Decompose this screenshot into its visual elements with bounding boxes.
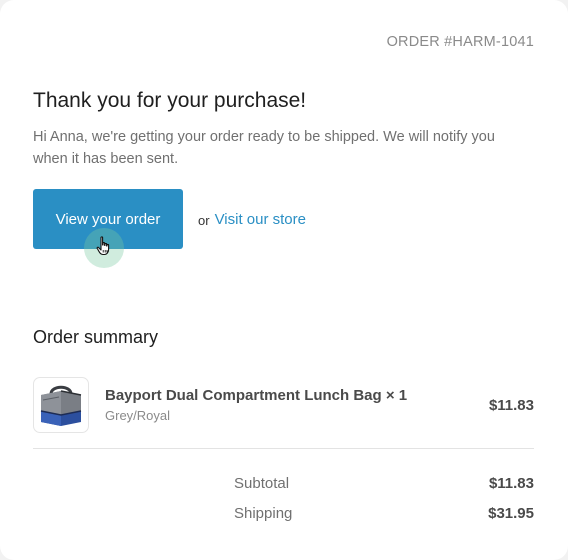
- product-thumbnail: [33, 377, 89, 433]
- shipping-row: Shipping $31.95: [234, 505, 534, 525]
- cta-row: View your order or Visit our store: [33, 189, 306, 249]
- visit-store-link[interactable]: Visit our store: [215, 211, 306, 228]
- shipping-label: Shipping: [234, 505, 293, 522]
- order-number: ORDER #HARM-1041: [386, 34, 534, 50]
- subtotal-value: $11.83: [488, 475, 534, 492]
- subtotal-row: Subtotal $11.83: [234, 475, 534, 495]
- intro-text: Hi Anna, we're getting your order ready …: [33, 129, 495, 167]
- lunch-bag-image: [40, 385, 82, 426]
- summary-divider: [33, 448, 534, 449]
- item-price: $11.83: [488, 397, 534, 414]
- order-line-item: Bayport Dual Compartment Lunch Bag × 1 G…: [33, 377, 534, 433]
- hand-pointer-icon: [96, 236, 110, 256]
- mouse-cursor: [84, 228, 124, 268]
- order-confirmation-card: ORDER #HARM-1041 Thank you for your purc…: [0, 0, 568, 560]
- page-title: Thank you for your purchase!: [33, 89, 307, 112]
- order-summary-heading: Order summary: [33, 327, 159, 347]
- subtotal-label: Subtotal: [234, 475, 290, 492]
- item-title: Bayport Dual Compartment Lunch Bag × 1: [105, 387, 408, 404]
- item-variant: Grey/Royal: [105, 408, 171, 423]
- or-separator: or: [198, 212, 210, 228]
- shipping-value: $31.95: [488, 505, 534, 522]
